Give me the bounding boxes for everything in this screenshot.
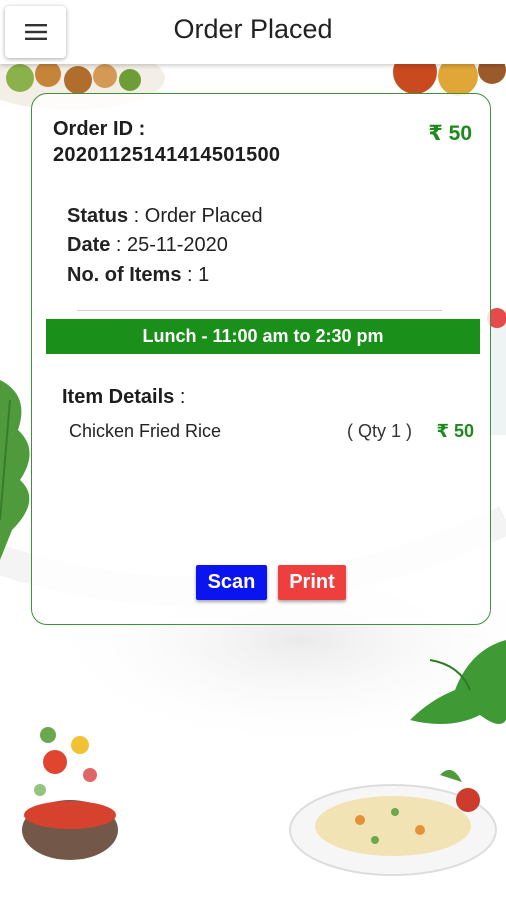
print-button[interactable]: Print bbox=[278, 565, 346, 600]
status-row: Status : Order Placed bbox=[67, 205, 263, 228]
divider bbox=[77, 310, 442, 311]
item-details-heading: Item Details : bbox=[62, 386, 185, 409]
item-price: ₹ 50 bbox=[436, 421, 474, 441]
item-count-value: : 1 bbox=[181, 264, 210, 286]
app-bar: Order Placed bbox=[0, 0, 506, 64]
item-quantity: ( Qty 1 ) bbox=[347, 421, 413, 441]
date-row: Date : 25-11-2020 bbox=[67, 234, 228, 257]
order-total-amount: ₹ 50 bbox=[428, 122, 472, 145]
item-count-key: No. of Items bbox=[67, 264, 182, 286]
status-value: : Order Placed bbox=[128, 205, 263, 227]
date-value: : 25-11-2020 bbox=[110, 234, 228, 256]
delivery-slot-banner: Lunch - 11:00 am to 2:30 pm bbox=[46, 319, 480, 354]
order-id-label: Order ID : bbox=[53, 118, 146, 140]
scan-button[interactable]: Scan bbox=[196, 565, 267, 600]
list-item: Chicken Fried Rice ( Qty 1 ) ₹ 50 bbox=[32, 421, 492, 447]
item-name: Chicken Fried Rice bbox=[69, 421, 222, 441]
order-id-value: 20201125141414501500 bbox=[53, 144, 281, 166]
page-title: Order Placed bbox=[173, 14, 333, 44]
item-details-sep: : bbox=[174, 386, 186, 408]
item-count-row: No. of Items : 1 bbox=[67, 264, 209, 287]
item-details-key: Item Details bbox=[62, 386, 175, 408]
order-card: Order ID : 20201125141414501500 ₹ 50 Sta… bbox=[31, 93, 491, 625]
date-key: Date bbox=[67, 234, 111, 256]
status-key: Status bbox=[67, 205, 129, 227]
